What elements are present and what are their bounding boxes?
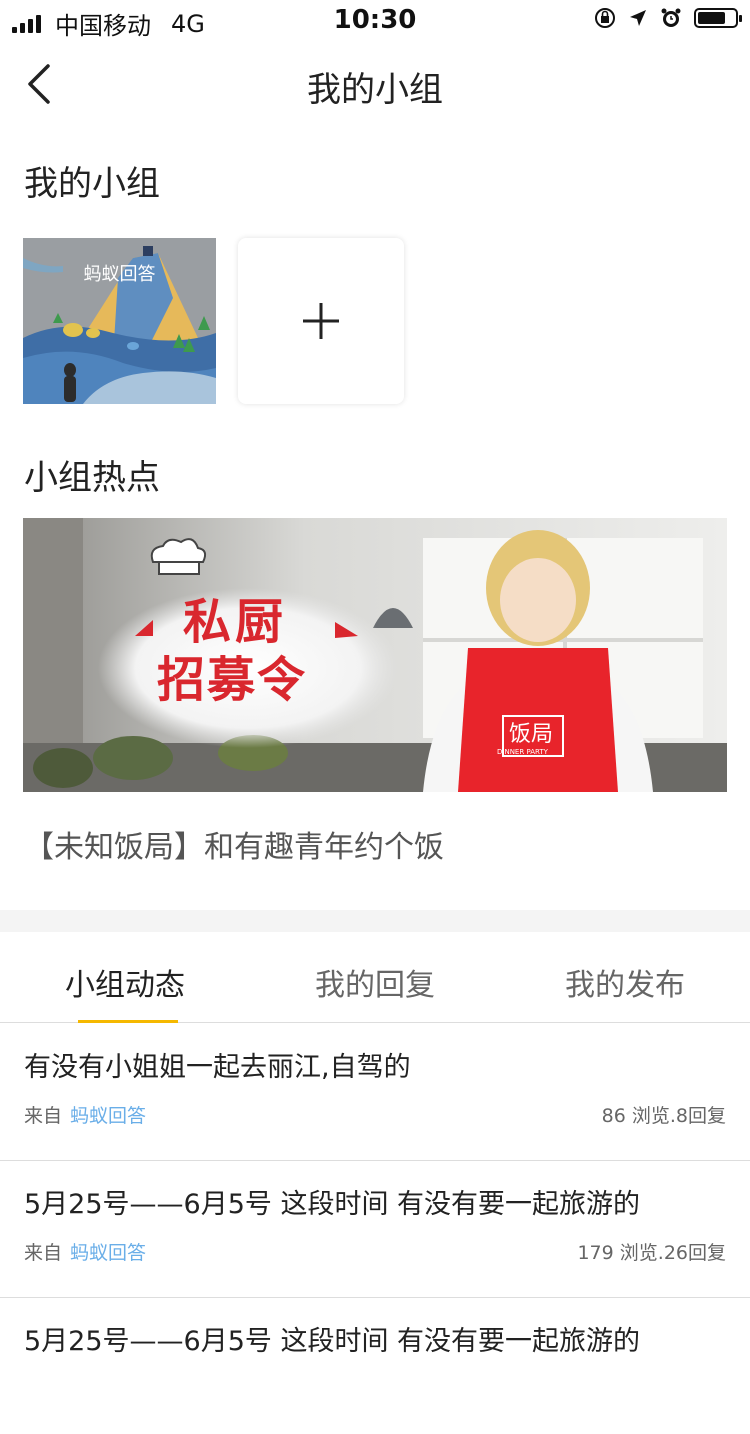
apron-logo-subtext: DINNER PARTY <box>497 748 548 756</box>
hot-topic-banner[interactable]: 私厨 招募令 饭局 DINNER PARTY <box>23 518 727 792</box>
post-stats: 179 浏览.26回复 <box>577 1242 726 1264</box>
plus-icon <box>303 303 339 339</box>
hot-topics-heading: 小组热点 <box>24 458 160 498</box>
nav-bar: 我的小组 <box>0 40 750 128</box>
group-card-ant-answer[interactable]: 蚂蚁回答 <box>23 238 216 404</box>
post-item[interactable]: 5月25号——6月5号 这段时间 有没有要一起旅游的 <box>0 1297 750 1434</box>
post-title: 5月25号——6月5号 这段时间 有没有要一起旅游的 <box>24 1326 641 1357</box>
my-groups-heading: 我的小组 <box>24 164 160 204</box>
banner-headline-2: 招募令 <box>157 652 308 708</box>
location-icon <box>630 10 646 26</box>
rotation-lock-icon <box>595 8 615 28</box>
tab-bar: 小组动态 我的回复 我的发布 <box>0 932 750 1023</box>
group-name: 蚂蚁回答 <box>83 264 156 285</box>
tab-my-replies[interactable]: 我的回复 <box>250 960 500 1004</box>
page-title: 我的小组 <box>307 70 443 110</box>
post-source: 来自 蚂蚁回答 <box>24 1105 147 1127</box>
tab-my-posts[interactable]: 我的发布 <box>500 960 750 1004</box>
banner-caption[interactable]: 【未知饭局】和有趣青年约个饭 <box>24 822 444 866</box>
post-source: 来自 蚂蚁回答 <box>24 1242 147 1264</box>
post-item[interactable]: 5月25号——6月5号 这段时间 有没有要一起旅游的 来自 蚂蚁回答 179 浏览… <box>0 1160 750 1298</box>
add-group-button[interactable] <box>238 238 404 404</box>
banner-image <box>23 518 727 792</box>
post-title: 有没有小姐姐一起去丽江,自驾的 <box>24 1052 411 1083</box>
battery-icon <box>694 8 742 28</box>
tab-group-activity[interactable]: 小组动态 <box>0 960 250 1004</box>
apron-logo-text: 饭局 <box>509 722 554 747</box>
status-bar: 中国移动 4G 10:30 <box>0 0 750 40</box>
post-item[interactable]: 有没有小姐姐一起去丽江,自驾的 来自 蚂蚁回答 86 浏览.8回复 <box>0 1023 750 1161</box>
post-group-link[interactable]: 蚂蚁回答 <box>70 1242 146 1264</box>
post-stats: 86 浏览.8回复 <box>601 1105 726 1127</box>
post-title: 5月25号——6月5号 这段时间 有没有要一起旅游的 <box>24 1189 641 1220</box>
post-group-link[interactable]: 蚂蚁回答 <box>70 1105 146 1127</box>
section-divider <box>0 910 750 932</box>
alarm-icon <box>661 8 681 27</box>
